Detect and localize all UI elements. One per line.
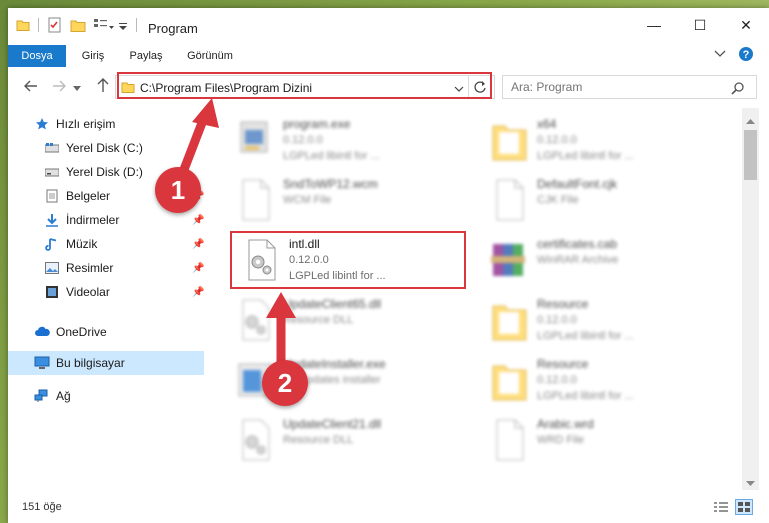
step-badge-1: 1 bbox=[155, 167, 201, 213]
arrow-2-head bbox=[266, 292, 296, 318]
arrow-1-head bbox=[192, 98, 219, 128]
step-badge-2: 2 bbox=[262, 360, 308, 406]
annotation-arrows bbox=[175, 98, 296, 379]
